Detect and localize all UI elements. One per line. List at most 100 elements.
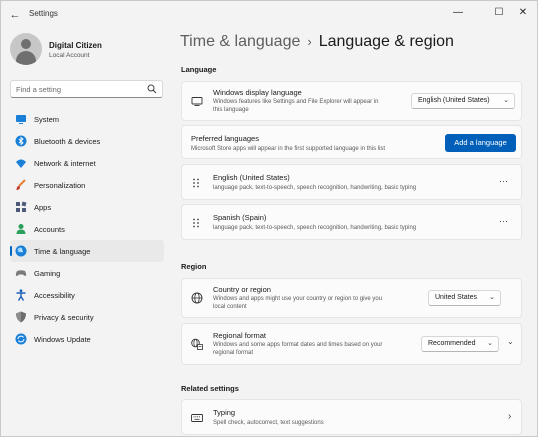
- regional-format-desc-line: regional format: [213, 350, 254, 356]
- minimize-button[interactable]: —: [447, 5, 469, 21]
- sidebar-item-accounts[interactable]: Accounts: [10, 218, 164, 240]
- shield-icon: [16, 311, 26, 323]
- sidebar-item-apps[interactable]: Apps: [10, 196, 164, 218]
- app-title: Settings: [29, 9, 58, 18]
- close-button[interactable]: ✕: [512, 5, 534, 21]
- wifi-icon: [16, 159, 26, 168]
- keyboard-icon: [191, 414, 203, 422]
- sidebar-item-label: Gaming: [34, 269, 61, 278]
- sidebar-item-system[interactable]: System: [10, 108, 164, 130]
- language-name: Spanish (Spain): [213, 213, 267, 222]
- language-features: language pack, text-to-speech, speech re…: [213, 185, 417, 191]
- drag-handle-icon[interactable]: [192, 218, 200, 228]
- globe-icon: [191, 292, 203, 304]
- section-heading-language: Language: [181, 65, 217, 74]
- accessibility-icon: [16, 289, 26, 301]
- sidebar-item-label: Bluetooth & devices: [34, 137, 101, 146]
- user-name: Digital Citizen: [49, 41, 102, 50]
- preferred-languages-desc: Microsoft Store apps will appear in the …: [191, 146, 386, 152]
- chevron-right-icon: ›: [508, 411, 512, 422]
- regional-format-title: Regional format: [213, 331, 266, 340]
- sidebar-item-gaming[interactable]: Gaming: [10, 262, 164, 284]
- avatar-head: [21, 39, 31, 49]
- sidebar-item-windows-update[interactable]: Windows Update: [10, 328, 164, 350]
- regional-format-card[interactable]: Regional format Windows and some apps fo…: [181, 323, 522, 365]
- sidebar-item-label: Accessibility: [34, 291, 75, 300]
- back-button[interactable]: ←: [7, 7, 23, 23]
- sidebar-item-time-language[interactable]: Time & language: [10, 240, 164, 262]
- country-region-desc: Windows and apps might use your country …: [213, 295, 413, 311]
- language-item[interactable]: Spanish (Spain) language pack, text-to-s…: [181, 204, 522, 240]
- more-options-button[interactable]: ···: [499, 216, 508, 226]
- sidebar-item-personalization[interactable]: Personalization: [10, 174, 164, 196]
- globe-clock-icon: [15, 245, 27, 257]
- accounts-icon: [16, 224, 26, 234]
- display-language-dropdown[interactable]: English (United States) ⌄: [411, 93, 515, 109]
- preferred-languages-card: Preferred languages Microsoft Store apps…: [181, 125, 522, 159]
- breadcrumb-separator: ›: [307, 34, 312, 49]
- display-language-title: Windows display language: [213, 88, 302, 97]
- add-language-button[interactable]: Add a language: [445, 134, 516, 152]
- search-placeholder: Find a setting: [16, 85, 62, 94]
- drag-handle-icon[interactable]: [192, 178, 200, 188]
- avatar: [10, 33, 42, 65]
- country-region-title: Country or region: [213, 285, 271, 294]
- section-heading-related: Related settings: [181, 384, 239, 393]
- windows-display-language-card: Windows display language Windows feature…: [181, 81, 522, 121]
- system-icon: [16, 115, 26, 124]
- page-title: Language & region: [318, 33, 454, 50]
- monitor-icon: [191, 97, 203, 106]
- controller-icon: [15, 270, 27, 276]
- sidebar-item-privacy[interactable]: Privacy & security: [10, 306, 164, 328]
- display-language-desc: Windows features like Settings and File …: [213, 98, 413, 114]
- account-type: Local Account: [49, 52, 90, 59]
- language-item[interactable]: English (United States) language pack, t…: [181, 164, 522, 200]
- regional-format-icon: [191, 338, 203, 350]
- chevron-down-icon: ⌄: [503, 97, 509, 104]
- sidebar-item-label: Apps: [34, 203, 52, 212]
- update-icon: [15, 333, 27, 345]
- typing-card[interactable]: Typing Spell check, autocorrect, text su…: [181, 399, 522, 435]
- search-input[interactable]: Find a setting: [10, 80, 163, 98]
- display-language-desc-line: Windows features like Settings and File …: [213, 99, 379, 105]
- settings-window: ← Settings — ☐ ✕ Digital Citizen Local A…: [0, 0, 538, 437]
- regional-format-dropdown[interactable]: Recommended ⌄: [421, 336, 499, 352]
- sidebar-item-label: Accounts: [34, 225, 65, 234]
- language-name: English (United States): [213, 173, 290, 182]
- display-language-desc-line: this language: [213, 107, 249, 113]
- sidebar-nav: System Bluetooth & devices Network & int…: [10, 108, 164, 350]
- display-language-value: English (United States): [418, 97, 490, 104]
- country-region-desc-line: local content: [213, 304, 247, 310]
- section-heading-region: Region: [181, 262, 207, 271]
- typing-desc: Spell check, autocorrect, text suggestio…: [213, 420, 324, 426]
- country-region-value: United States: [435, 294, 478, 301]
- language-features: language pack, text-to-speech, speech re…: [213, 225, 417, 231]
- sidebar-item-label: Personalization: [34, 181, 86, 190]
- preferred-languages-title: Preferred languages: [191, 134, 259, 143]
- sidebar-item-bluetooth[interactable]: Bluetooth & devices: [10, 130, 164, 152]
- sidebar-item-network[interactable]: Network & internet: [10, 152, 164, 174]
- sidebar-item-label: Privacy & security: [34, 313, 94, 322]
- country-region-dropdown[interactable]: United States ⌄: [428, 290, 501, 306]
- regional-format-desc: Windows and some apps format dates and t…: [213, 341, 413, 357]
- apps-icon: [16, 201, 27, 212]
- regional-format-desc-line: Windows and some apps format dates and t…: [213, 342, 383, 348]
- chevron-down-icon: ⌄: [489, 294, 495, 301]
- maximize-button[interactable]: ☐: [488, 5, 510, 21]
- sidebar-item-label: Windows Update: [34, 335, 91, 344]
- sidebar-item-label: System: [34, 115, 60, 124]
- search-icon: [147, 84, 157, 94]
- sidebar-item-label: Network & internet: [34, 159, 96, 168]
- breadcrumb: Time & language › Language & region: [180, 33, 454, 51]
- chevron-down-icon: ⌄: [487, 340, 493, 347]
- typing-title: Typing: [213, 408, 236, 417]
- more-options-button[interactable]: ···: [499, 176, 508, 186]
- expand-chevron-icon[interactable]: ⌄: [507, 337, 514, 346]
- breadcrumb-parent[interactable]: Time & language: [180, 33, 300, 50]
- bluetooth-icon: [15, 135, 27, 147]
- country-region-desc-line: Windows and apps might use your country …: [213, 296, 383, 302]
- country-region-card: Country or region Windows and apps might…: [181, 278, 522, 318]
- brush-icon: [16, 179, 26, 190]
- regional-format-value: Recommended: [428, 340, 476, 347]
- sidebar-item-accessibility[interactable]: Accessibility: [10, 284, 164, 306]
